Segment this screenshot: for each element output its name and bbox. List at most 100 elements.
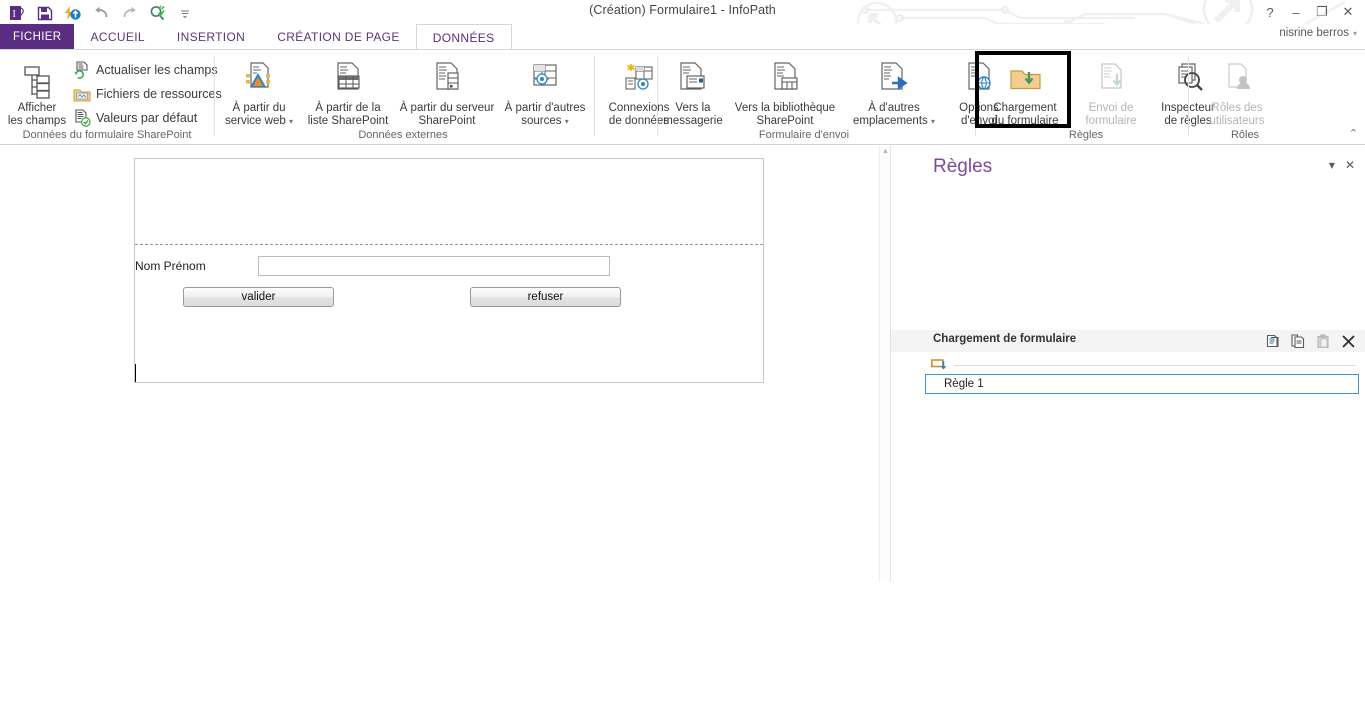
data-connections-icon (619, 57, 659, 99)
task-pane-options-icon[interactable]: ▾ (1329, 158, 1335, 172)
customize-qat-icon[interactable] (172, 2, 198, 23)
tab-creation-de-page[interactable]: CRÉATION DE PAGE (261, 24, 416, 50)
ribbon-button-actualiser-les-champs[interactable]: Actualiser les champs (72, 58, 218, 82)
undo-icon[interactable] (88, 2, 114, 23)
paste-rule-icon[interactable] (1315, 333, 1331, 349)
delete-rule-icon[interactable] (1340, 333, 1356, 349)
preview-icon[interactable] (144, 2, 170, 23)
ribbon-button-label: Fichiers de ressources (96, 87, 222, 101)
form-buttons-row: valider refuser (135, 287, 763, 311)
to-sharepoint-library-icon (765, 57, 805, 99)
form-load-icon (1005, 57, 1045, 99)
from-sharepoint-server-icon (427, 57, 467, 99)
ribbon-button-fichiers-de-ressources[interactable]: Fichiers de ressources (72, 82, 222, 106)
restore-icon[interactable]: ❐ (1309, 1, 1335, 23)
ribbon-button-label: Afficher les champs (7, 102, 67, 127)
from-other-sources-icon (525, 57, 565, 99)
collapse-ribbon-button[interactable]: ⌃ (1349, 127, 1358, 140)
task-pane-controls[interactable]: ▾ ✕ (1329, 158, 1355, 172)
valider-button[interactable]: valider (183, 287, 334, 307)
chevron-down-icon: ▾ (930, 117, 935, 126)
ribbon-tab-strip[interactable]: FICHIER ACCUEIL INSERTION CRÉATION DE PA… (0, 24, 1365, 50)
canvas-vertical-scrollbar[interactable]: ▲ (879, 146, 890, 582)
help-icon[interactable]: ? (1257, 1, 1283, 23)
tab-accueil[interactable]: ACCUEIL (74, 24, 160, 50)
ribbon-button-envoi-de-formulaire: Envoi de formulaire (1074, 54, 1148, 128)
tab-insertion[interactable]: INSERTION (161, 24, 261, 50)
ribbon-button-vers-la-messagerie[interactable]: Vers la messagerie (660, 54, 726, 128)
rule-toolbar[interactable] (1265, 333, 1356, 349)
ribbon-button-chargement-du-formulaire[interactable]: Chargement du formulaire (979, 54, 1071, 128)
ribbon-group-separator (1188, 56, 1189, 136)
rules-task-pane: Règles ▾ ✕ Chargement de formulaire Règl… (890, 146, 1365, 582)
from-sharepoint-list-icon (328, 57, 368, 99)
form-design-workspace: Nom Prénom valider refuser ▲ (0, 146, 890, 582)
ribbon-button-label: À d'autres emplacements ▾ (852, 102, 935, 127)
ribbon-group-donnees-formulaire: Afficher les champs Actualiser les champ… (0, 50, 222, 144)
ribbon-button-label: Actualiser les champs (96, 63, 218, 77)
ribbon-button-a-partir-dautres-sources[interactable]: À partir d'autres sources ▾ (500, 54, 590, 128)
ribbon-button-label: Vers la messagerie (663, 102, 723, 127)
rule-list-item-regle-1[interactable]: Règle 1 (925, 374, 1359, 394)
nom-prenom-input[interactable] (257, 256, 610, 276)
ribbon-button-afficher-les-champs[interactable]: Afficher les champs (6, 54, 68, 128)
account-menu[interactable]: nisrine berros ▾ (1279, 27, 1357, 39)
save-icon[interactable] (32, 2, 58, 23)
close-icon[interactable]: ✕ (1335, 1, 1361, 23)
ribbon-group-title: Formulaire d'envoi (758, 129, 850, 141)
window-controls[interactable]: ? – ❐ ✕ (1257, 1, 1361, 23)
account-name: nisrine berros (1279, 27, 1349, 39)
redo-icon[interactable] (116, 2, 142, 23)
ribbon-group-roles: Rôles des utilisateurs Rôles (1190, 50, 1300, 144)
ribbon-group-title: Données externes (358, 129, 448, 141)
resource-files-icon (72, 85, 91, 104)
form-canvas[interactable]: Nom Prénom valider refuser (134, 158, 764, 383)
form-load-rule-group-icon (931, 358, 946, 370)
ribbon-button-label: Envoi de formulaire (1085, 102, 1137, 127)
nom-prenom-label: Nom Prénom (135, 259, 206, 273)
title-bar: I (Création) Formulaire1 - InfoPath ? – … (0, 0, 1365, 24)
task-pane-subtitle: Chargement de formulaire (933, 333, 1077, 345)
ribbon-button-a-partir-du-serveur-sharepoint[interactable]: À partir du serveur SharePoint (398, 54, 496, 128)
ribbon-button-valeurs-par-defaut[interactable]: Valeurs par défaut (72, 106, 197, 130)
ribbon-button-a-partir-de-la-liste-sharepoint[interactable]: À partir de la liste SharePoint (302, 54, 394, 128)
chevron-down-icon: ▾ (288, 117, 293, 126)
to-email-icon (673, 57, 713, 99)
quick-access-toolbar[interactable]: I (4, 2, 198, 23)
ribbon-group-inner-separator (594, 56, 595, 136)
form-submit-icon (1091, 57, 1131, 99)
infopath-logo-icon[interactable]: I (4, 2, 30, 23)
ribbon-group-regles: Chargement du formulaire Envoi de formul… (976, 50, 1215, 144)
copy-rule-icon[interactable] (1265, 333, 1281, 349)
ribbon-button-label: Valeurs par défaut (96, 111, 198, 125)
tab-fichier[interactable]: FICHIER (0, 24, 75, 50)
duplicate-rule-icon[interactable] (1290, 333, 1306, 349)
rule-label: Règle 1 (944, 378, 984, 390)
rules-header-rule (954, 364, 1356, 366)
ribbon-group-formulaire-envoi: Vers la messagerie Vers la bibliothèque … (660, 50, 999, 144)
ribbon-button-roles-des-utilisateurs: Rôles des utilisateurs (1196, 54, 1278, 128)
ribbon-group-donnees-externes: À partir du service web ▾ À partir de la… (216, 50, 669, 144)
tab-donnees[interactable]: DONNÉES (415, 24, 512, 50)
minimize-icon[interactable]: – (1283, 1, 1309, 23)
ribbon-group-title: Règles (1068, 129, 1104, 141)
refuser-button[interactable]: refuser (470, 287, 621, 307)
ribbon-button-label: À partir du service web ▾ (225, 102, 293, 127)
to-other-locations-icon (874, 57, 914, 99)
ribbon-button-label: À partir de la liste SharePoint (307, 102, 389, 127)
ribbon-group-separator (214, 56, 215, 136)
ribbon-button-label: À partir du serveur SharePoint (399, 102, 495, 127)
chevron-down-icon: ▾ (1352, 29, 1357, 38)
ribbon-group-separator (657, 56, 658, 136)
rules-list-header (931, 358, 1356, 372)
ribbon-button-a-partir-du-service-web[interactable]: À partir du service web ▾ (220, 54, 298, 128)
ribbon-button-vers-la-bibliotheque-sharepoint[interactable]: Vers la bibliothèque SharePoint (730, 54, 840, 128)
quick-publish-icon[interactable] (60, 2, 86, 23)
ribbon-group-title: Données du formulaire SharePoint (22, 129, 192, 141)
user-roles-icon (1217, 57, 1257, 99)
task-pane-close-icon[interactable]: ✕ (1345, 158, 1355, 172)
default-values-icon (72, 109, 91, 128)
task-pane-subtitle-bar: Chargement de formulaire (891, 330, 1365, 352)
ribbon-button-a-dautres-emplacements[interactable]: À d'autres emplacements ▾ (844, 54, 944, 128)
ribbon-button-label: Rôles des utilisateurs (1209, 102, 1265, 127)
